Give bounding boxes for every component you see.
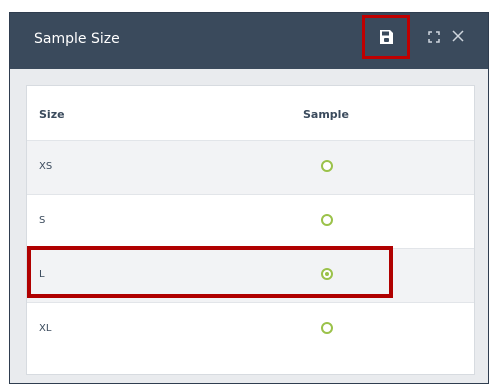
- table-row[interactable]: XS: [27, 140, 474, 194]
- sample-radio[interactable]: [321, 214, 333, 226]
- save-button[interactable]: [362, 15, 410, 59]
- row-highlight-box: [27, 246, 393, 298]
- table-row[interactable]: XL: [27, 302, 474, 356]
- table-row[interactable]: S: [27, 194, 474, 248]
- sample-size-table: Size Sample XS S L XL: [26, 85, 475, 375]
- row-size-label: XS: [39, 161, 53, 172]
- close-icon[interactable]: [452, 29, 464, 45]
- row-size-label: XL: [39, 323, 52, 334]
- expand-icon[interactable]: [428, 31, 440, 46]
- column-header-sample: Sample: [303, 108, 349, 121]
- column-header-size: Size: [39, 108, 65, 121]
- sample-radio[interactable]: [321, 160, 333, 172]
- row-size-label: S: [39, 215, 46, 226]
- dialog-header: Sample Size: [10, 13, 488, 69]
- sample-radio[interactable]: [321, 322, 333, 334]
- sample-size-dialog: Sample Size Size Sample XS S L XL: [9, 12, 489, 384]
- save-icon: [380, 30, 393, 44]
- dialog-title: Sample Size: [34, 31, 120, 47]
